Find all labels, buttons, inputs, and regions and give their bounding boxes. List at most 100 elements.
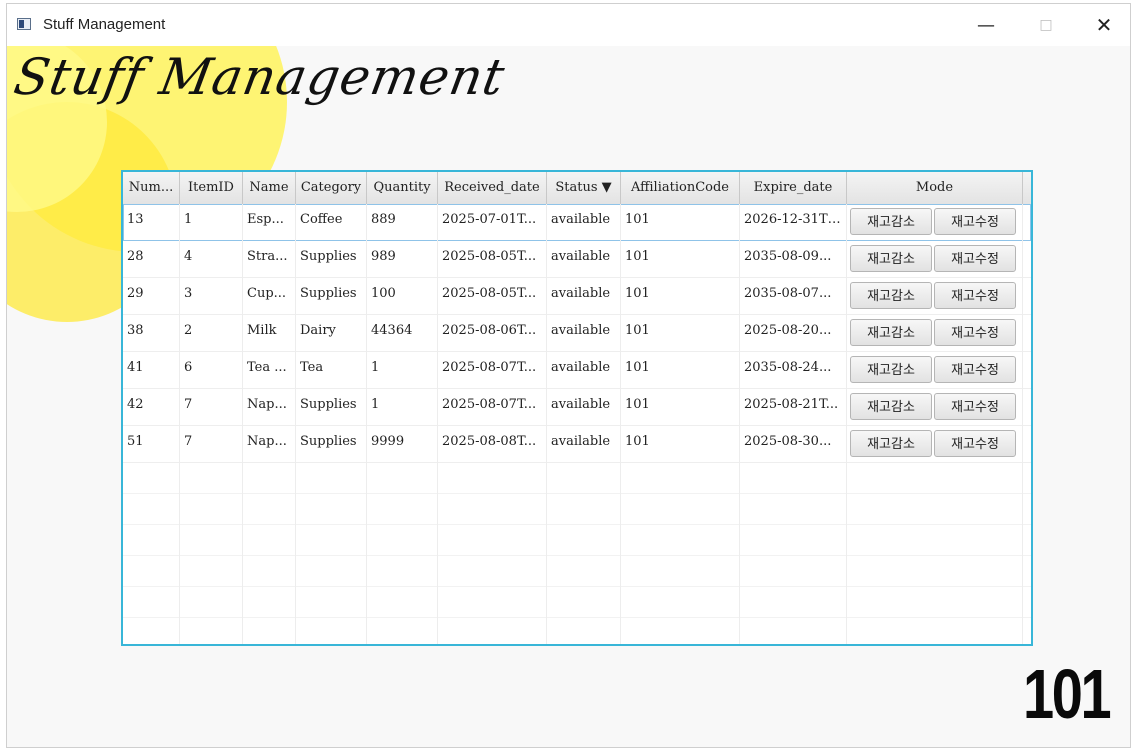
empty-cell — [621, 525, 740, 556]
empty-cell — [547, 525, 621, 556]
cell-name: Nap... — [243, 426, 296, 463]
app-window: Stuff Management — □ ✕ Stuff Management … — [6, 3, 1131, 748]
cell-mode: 재고감소 재고수정 — [847, 278, 1023, 315]
maximize-button[interactable]: □ — [1017, 4, 1075, 46]
cell-received-date: 2025-07-01T... — [438, 204, 547, 241]
column-header-received-date[interactable]: Received_date — [438, 172, 547, 204]
column-header-name[interactable]: Name — [243, 172, 296, 204]
cell-quantity: 44364 — [367, 315, 438, 352]
table-row[interactable]: 41 6 Tea ... Tea 1 2025-08-07T... available 101… — [123, 352, 1031, 389]
empty-cell — [621, 618, 740, 644]
cell-expire-date: 2035-08-24... — [740, 352, 847, 389]
empty-cell — [180, 587, 243, 618]
cell-received-date: 2025-08-05T... — [438, 241, 547, 278]
edit-stock-button[interactable]: 재고수정 — [934, 319, 1016, 346]
cell-item-id: 2 — [180, 315, 243, 352]
cell-category: Supplies — [296, 241, 367, 278]
empty-table-row — [123, 618, 1031, 644]
cell-status: available — [547, 204, 621, 241]
cell-status: available — [547, 241, 621, 278]
empty-cell — [740, 587, 847, 618]
cell-expire-date: 2026-12-31T1... — [740, 204, 847, 241]
empty-cell — [296, 494, 367, 525]
empty-cell — [180, 556, 243, 587]
edit-stock-button[interactable]: 재고수정 — [934, 282, 1016, 309]
table-row[interactable]: 28 4 Stra... Supplies 989 2025-08-05T... avail… — [123, 241, 1031, 278]
decrease-stock-button[interactable]: 재고감소 — [850, 319, 932, 346]
cell-num: 29 — [123, 278, 180, 315]
cell-category: Coffee — [296, 204, 367, 241]
empty-cell — [180, 494, 243, 525]
cell-quantity: 100 — [367, 278, 438, 315]
cell-quantity: 889 — [367, 204, 438, 241]
close-button[interactable]: ✕ — [1075, 4, 1130, 46]
column-header-expire-date[interactable]: Expire_date — [740, 172, 847, 204]
title-bar: Stuff Management — □ ✕ — [7, 4, 1130, 46]
decrease-stock-button[interactable]: 재고감소 — [850, 393, 932, 420]
cell-affiliation-code: 101 — [621, 426, 740, 463]
cell-name: Tea ... — [243, 352, 296, 389]
empty-cell — [847, 494, 1023, 525]
cell-num: 41 — [123, 352, 180, 389]
cell-affiliation-code: 101 — [621, 241, 740, 278]
cell-mode: 재고감소 재고수정 — [847, 315, 1023, 352]
cell-status: available — [547, 389, 621, 426]
cell-num: 42 — [123, 389, 180, 426]
cell-received-date: 2025-08-06T... — [438, 315, 547, 352]
table-row[interactable]: 42 7 Nap... Supplies 1 2025-08-07T... availabl… — [123, 389, 1031, 426]
column-header-category[interactable]: Category — [296, 172, 367, 204]
cell-name: Stra... — [243, 241, 296, 278]
empty-cell — [847, 525, 1023, 556]
cell-status: available — [547, 352, 621, 389]
edit-stock-button[interactable]: 재고수정 — [934, 356, 1016, 383]
column-header-mode[interactable]: Mode — [847, 172, 1023, 204]
cell-mode: 재고감소 재고수정 — [847, 389, 1023, 426]
cell-received-date: 2025-08-08T... — [438, 426, 547, 463]
edit-stock-button[interactable]: 재고수정 — [934, 245, 1016, 272]
empty-cell — [740, 494, 847, 525]
cell-mode: 재고감소 재고수정 — [847, 426, 1023, 463]
column-header-num[interactable]: Num... — [123, 172, 180, 204]
table-row[interactable]: 38 2 Milk Dairy 44364 2025-08-06T... available… — [123, 315, 1031, 352]
cell-quantity: 9999 — [367, 426, 438, 463]
cell-num: 28 — [123, 241, 180, 278]
column-header-quantity[interactable]: Quantity — [367, 172, 438, 204]
empty-cell — [847, 587, 1023, 618]
table-row[interactable]: 13 1 Esp... Coffee 889 2025-07-01T... availabl… — [123, 204, 1031, 241]
table-row[interactable]: 51 7 Nap... Supplies 9999 2025-08-08T... avail… — [123, 426, 1031, 463]
empty-cell — [123, 618, 180, 644]
cell-expire-date: 2035-08-07... — [740, 278, 847, 315]
decrease-stock-button[interactable]: 재고감소 — [850, 430, 932, 457]
cell-num: 38 — [123, 315, 180, 352]
empty-cell — [296, 618, 367, 644]
empty-cell — [296, 556, 367, 587]
column-header-item-id[interactable]: ItemID — [180, 172, 243, 204]
cell-name: Nap... — [243, 389, 296, 426]
decrease-stock-button[interactable]: 재고감소 — [850, 245, 932, 272]
empty-cell — [296, 525, 367, 556]
column-header-affiliation-code[interactable]: AffiliationCode — [621, 172, 740, 204]
empty-cell — [847, 556, 1023, 587]
column-header-status[interactable]: Status ▼ — [547, 172, 621, 204]
edit-stock-button[interactable]: 재고수정 — [934, 208, 1016, 235]
cell-expire-date: 2025-08-20... — [740, 315, 847, 352]
window-title: Stuff Management — [43, 16, 166, 33]
decrease-stock-button[interactable]: 재고감소 — [850, 356, 932, 383]
decrease-stock-button[interactable]: 재고감소 — [850, 208, 932, 235]
empty-cell — [123, 463, 180, 494]
cell-num: 13 — [123, 204, 180, 241]
empty-table-row — [123, 587, 1031, 618]
table-row[interactable]: 29 3 Cup... Supplies 100 2025-08-05T... availa… — [123, 278, 1031, 315]
cell-status: available — [547, 278, 621, 315]
cell-category: Dairy — [296, 315, 367, 352]
minimize-button[interactable]: — — [957, 4, 1015, 46]
empty-table-row — [123, 525, 1031, 556]
edit-stock-button[interactable]: 재고수정 — [934, 430, 1016, 457]
empty-cell — [621, 494, 740, 525]
empty-cell — [847, 463, 1023, 494]
edit-stock-button[interactable]: 재고수정 — [934, 393, 1016, 420]
empty-cell — [547, 494, 621, 525]
empty-cell — [740, 556, 847, 587]
decrease-stock-button[interactable]: 재고감소 — [850, 282, 932, 309]
app-heading: Stuff Management — [9, 48, 510, 106]
